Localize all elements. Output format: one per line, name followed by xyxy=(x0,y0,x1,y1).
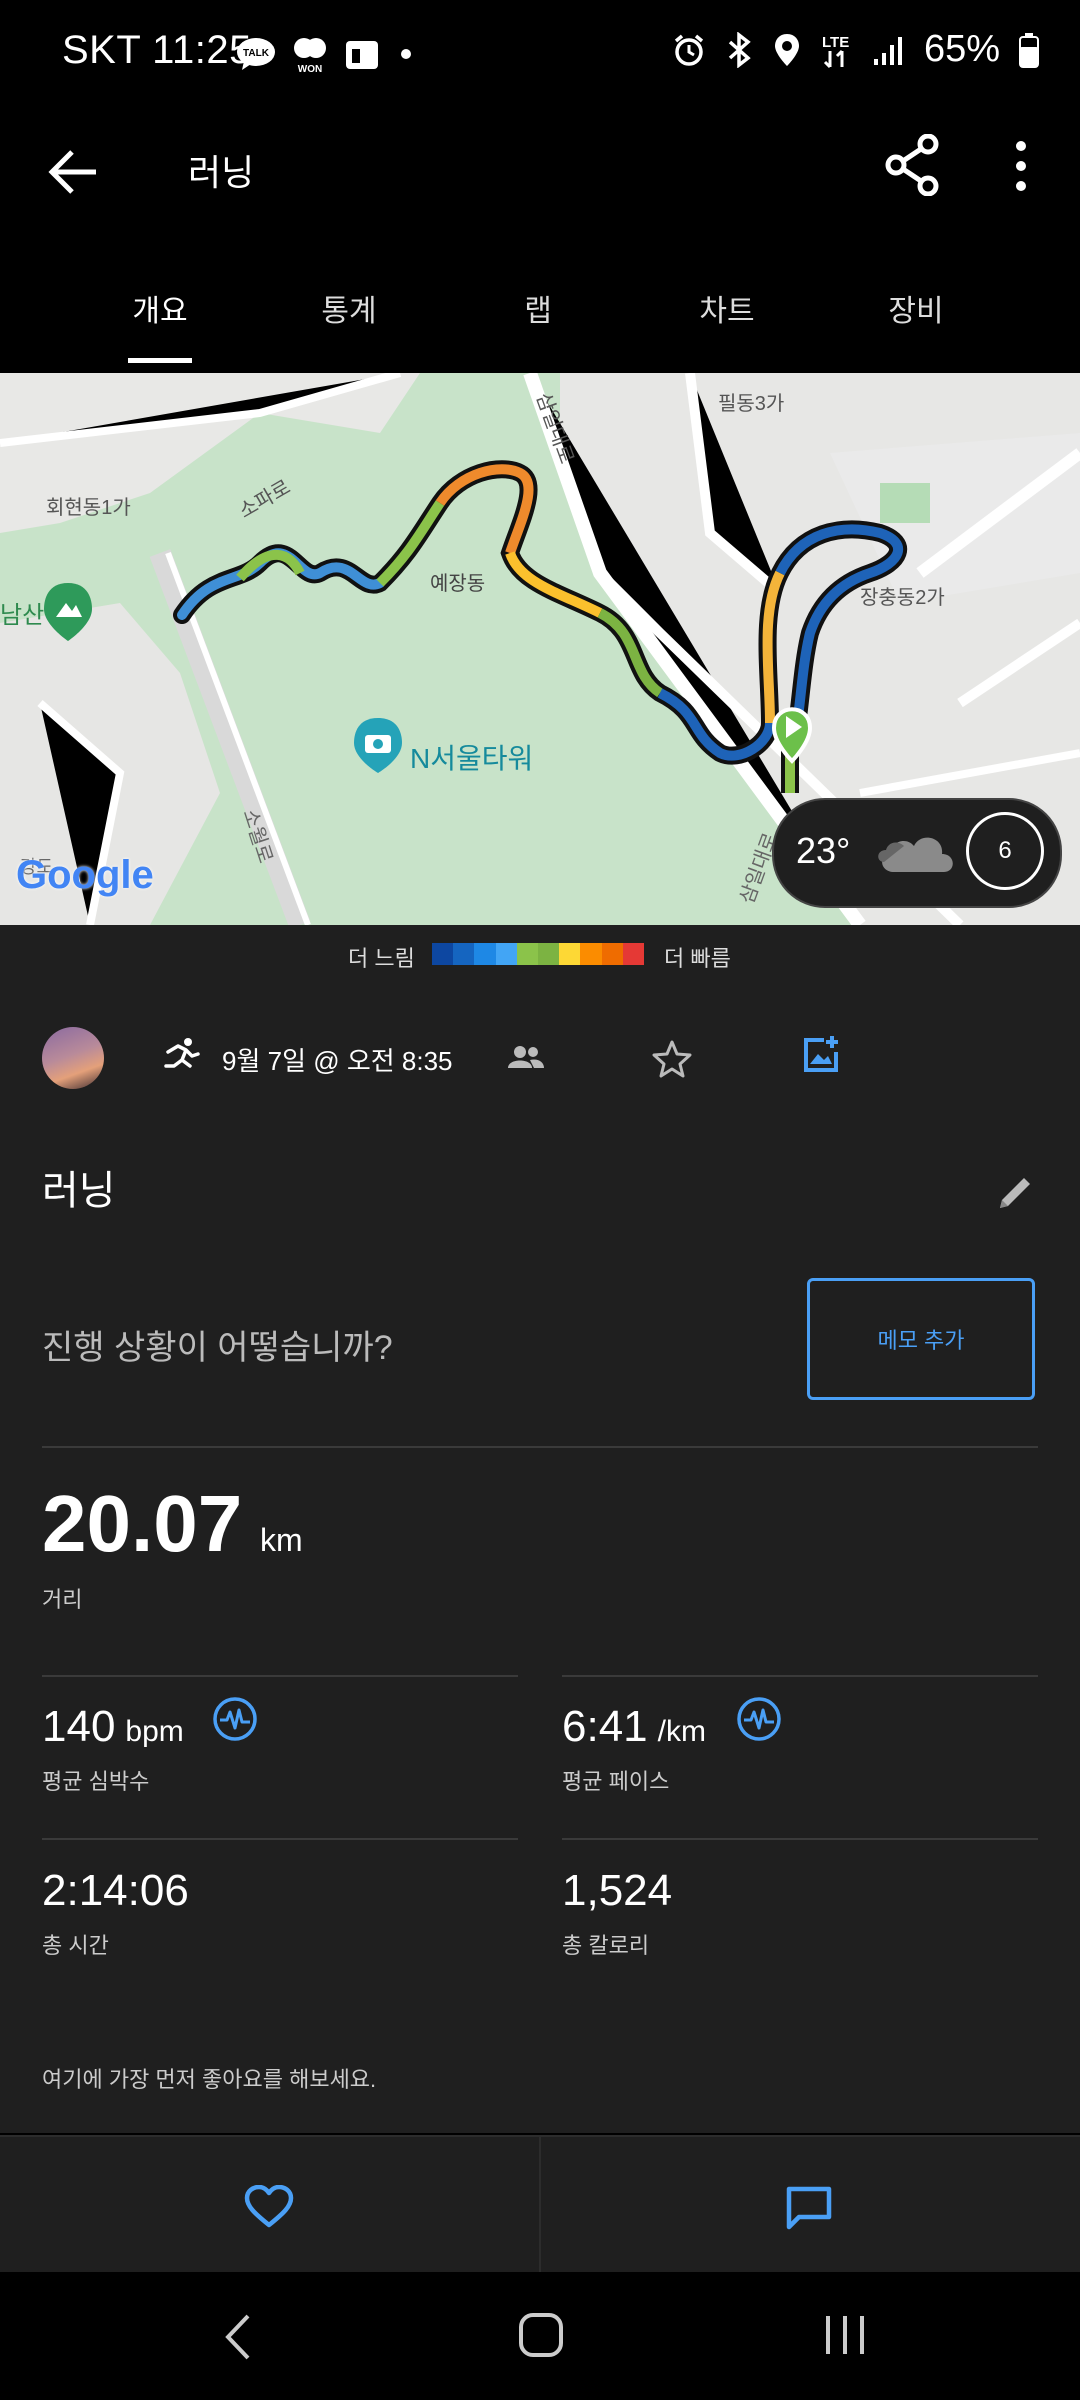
bluetooth-icon xyxy=(728,31,751,68)
comment-button[interactable] xyxy=(541,2137,1080,2274)
weather-widget[interactable]: 23° 6 xyxy=(772,798,1062,908)
group-icon[interactable] xyxy=(508,1044,544,1070)
legend-swatch-10 xyxy=(622,943,645,965)
map-label-hoehyeon: 회현동1가 xyxy=(46,497,131,519)
tab-equipment[interactable]: 장비 xyxy=(856,286,976,330)
like-prompt: 여기에 가장 먼저 좋아요를 해보세요. xyxy=(42,2067,377,2092)
comment-icon xyxy=(786,2186,832,2230)
status-left-icons: TALK WON xyxy=(236,34,418,74)
divider xyxy=(562,1838,1038,1840)
status-right: LTE 65% xyxy=(672,28,1040,71)
map-label-namsan: 남산 xyxy=(0,602,45,629)
tab-bar: 개요 통계 랩 차트 장비 xyxy=(0,240,1080,365)
pace-value: 6:41 xyxy=(562,1702,648,1751)
tab-laps[interactable]: 랩 xyxy=(478,286,598,330)
nav-back-icon[interactable] xyxy=(222,2312,252,2362)
page-title: 러닝 xyxy=(188,152,255,193)
pace-unit: /km xyxy=(657,1715,706,1748)
legend-swatch-2 xyxy=(453,943,475,965)
star-icon[interactable] xyxy=(652,1040,692,1078)
svg-text:LTE: LTE xyxy=(822,34,849,51)
signal-icon xyxy=(873,36,902,65)
running-icon xyxy=(164,1038,200,1068)
location-icon xyxy=(774,33,799,66)
bottom-actions xyxy=(0,2135,1080,2274)
distance-value: 20.07 xyxy=(42,1479,243,1568)
like-button[interactable] xyxy=(0,2137,539,2274)
map-label-yejang: 예장동 xyxy=(430,573,486,595)
lte-icon: LTE xyxy=(822,34,849,68)
nav-home-icon[interactable] xyxy=(518,2312,564,2358)
legend-swatch-7 xyxy=(559,943,581,965)
app-bar: 러닝 xyxy=(0,110,1080,240)
arrow-left-icon[interactable] xyxy=(48,148,100,196)
map-label-pildong: 필동3가 xyxy=(718,393,785,415)
svg-text:WON: WON xyxy=(298,64,322,74)
legend-swatch-5 xyxy=(516,943,539,965)
pace-label: 평균 페이스 xyxy=(562,1769,670,1794)
distance-label: 거리 xyxy=(42,1587,83,1612)
divider xyxy=(562,1675,1038,1677)
tab-overview[interactable]: 개요 xyxy=(100,286,220,330)
map-label-jangchung: 장충동2가 xyxy=(860,587,945,609)
pace-legend: 더 느림 더 빠름 xyxy=(0,925,1080,1005)
battery-icon xyxy=(1019,32,1039,68)
legend-swatch-3 xyxy=(474,943,496,965)
cloud-icon xyxy=(878,837,953,872)
status-time: SKT 11:25 xyxy=(62,28,252,72)
heart-rate-unit: bpm xyxy=(125,1715,184,1748)
wind-indicator: 6 xyxy=(966,812,1044,890)
system-nav-bar xyxy=(0,2272,1080,2400)
calories-label: 총 칼로리 xyxy=(562,1933,650,1958)
tab-chart[interactable]: 차트 xyxy=(667,286,787,330)
divider xyxy=(42,1838,518,1840)
svg-text:TALK: TALK xyxy=(243,48,270,59)
nav-recent-icon[interactable] xyxy=(824,2314,866,2356)
more-vert-icon[interactable] xyxy=(1014,140,1028,192)
legend-color-bar xyxy=(432,943,645,965)
divider xyxy=(42,1675,518,1677)
legend-swatch-8 xyxy=(580,943,602,965)
activity-title: 러닝 xyxy=(42,1169,116,1213)
heart-rate-zone-icon[interactable] xyxy=(212,1696,258,1742)
heart-rate-stat: 140 bpm xyxy=(42,1702,184,1752)
talk-icon: TALK xyxy=(237,38,275,70)
dot-icon xyxy=(401,49,411,59)
heart-rate-value: 140 xyxy=(42,1702,116,1751)
status-bar: SKT 11:25 TALK WON LTE 65% xyxy=(0,0,1080,110)
total-time-value: 2:14:06 xyxy=(42,1866,189,1915)
alarm-icon xyxy=(674,34,704,66)
add-photo-icon[interactable] xyxy=(800,1034,842,1076)
calendar-icon xyxy=(346,41,378,69)
weather-temp: 23° xyxy=(796,830,851,871)
divider xyxy=(42,1446,1038,1448)
legend-swatch-9 xyxy=(601,943,623,965)
share-icon[interactable] xyxy=(884,134,940,196)
edit-pencil-icon[interactable] xyxy=(996,1172,1036,1212)
legend-slow: 더 느림 xyxy=(348,946,415,971)
activity-datetime: 9월 7일 @ 오전 8:35 xyxy=(222,1046,453,1076)
legend-fast: 더 빠름 xyxy=(664,946,731,971)
won-icon: WON xyxy=(294,38,326,74)
progress-question: 진행 상황이 어떻습니까? xyxy=(42,1329,393,1367)
google-logo: Google xyxy=(16,853,154,897)
total-time-label: 총 시간 xyxy=(42,1933,109,1958)
legend-swatch-6 xyxy=(538,943,560,965)
add-memo-button[interactable]: 메모 추가 xyxy=(807,1278,1035,1400)
tab-indicator xyxy=(128,358,192,363)
calories-value: 1,524 xyxy=(562,1866,673,1915)
pace-stat: 6:41 /km xyxy=(562,1702,706,1752)
pace-zone-icon[interactable] xyxy=(736,1696,782,1742)
heart-rate-label: 평균 심박수 xyxy=(42,1769,150,1794)
heart-icon xyxy=(244,2185,294,2228)
distance-unit: km xyxy=(260,1522,303,1558)
map-label-ntower: N서울타워 xyxy=(410,743,534,774)
avatar[interactable] xyxy=(42,1027,104,1089)
battery-percent: 65% xyxy=(923,28,1000,70)
route-map[interactable]: 회현동1가 소파로 예장동 삼일대로 필동3가 장충동2가 N서울타워 남산 소… xyxy=(0,373,1080,925)
tab-stats[interactable]: 통계 xyxy=(289,286,409,330)
wind-value: 6 xyxy=(998,837,1012,864)
legend-swatch-4 xyxy=(495,943,517,965)
legend-swatch-1 xyxy=(432,943,454,965)
